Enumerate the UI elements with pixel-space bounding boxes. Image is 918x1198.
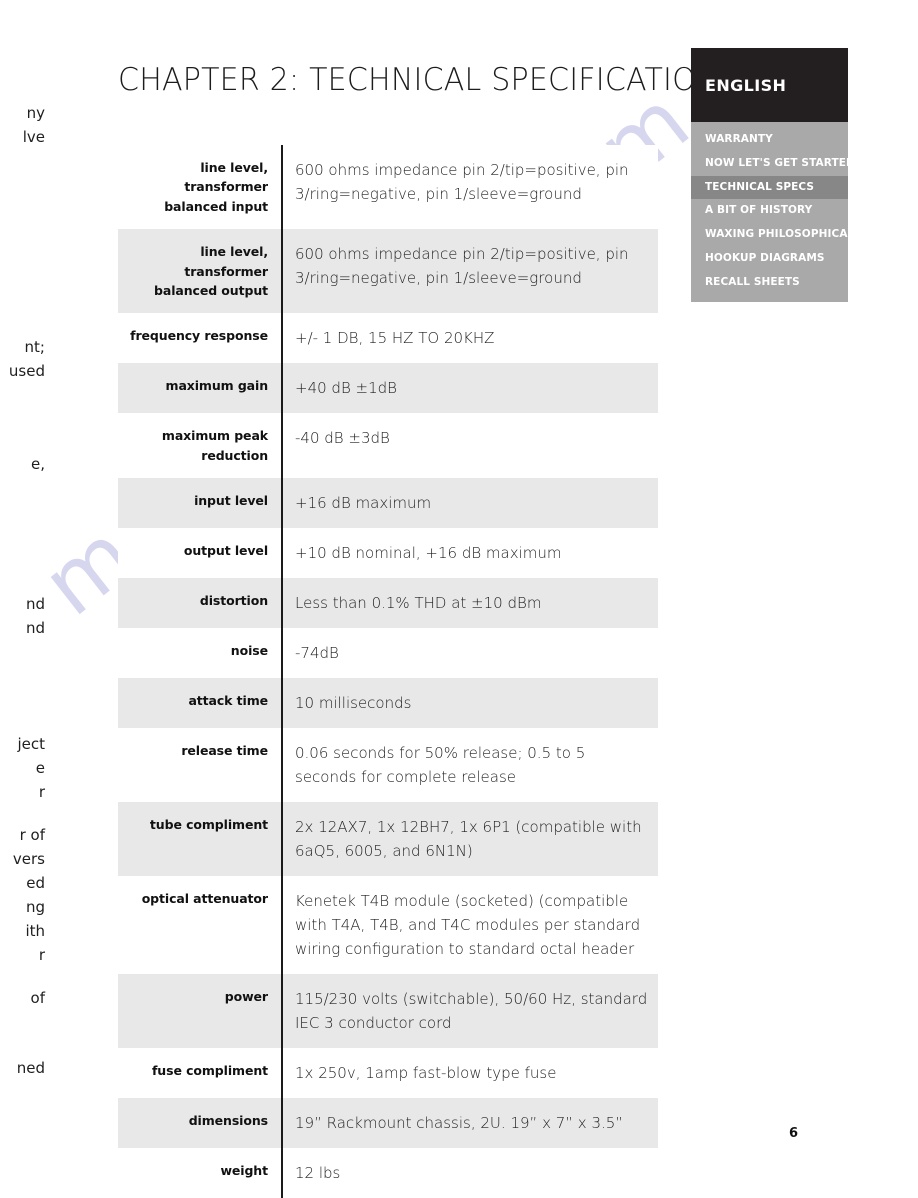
bleed-text-fragment: ed [26, 874, 45, 892]
spec-value: 2x 12AX7, 1x 12BH7, 1x 6P1 (compatible w… [295, 818, 642, 860]
table-row: fuse compliment 1x 250v, 1amp fast-blow t… [118, 1048, 658, 1098]
table-row: dimensions 19” Rackmount chassis, 2U. 19”… [118, 1098, 658, 1148]
table-row: input level +16 dB maximum [118, 478, 658, 528]
sidebar-item-waxing-philosophical[interactable]: WAXING PHILOSOPHICAL [691, 223, 854, 247]
table-row: output level +10 dB nominal, +16 dB maxim… [118, 528, 658, 578]
page-title: CHAPTER 2: TECHNICAL SPECIFICATIONS [118, 62, 738, 98]
spec-value: +16 dB maximum [295, 494, 432, 512]
sidebar-item-warranty[interactable]: WARRANTY [691, 128, 848, 152]
technical-specifications-table: line level, transformer balanced input 600… [118, 145, 658, 1198]
bleed-text-fragment: r [38, 946, 45, 964]
table-row: attack time 10 milliseconds [118, 678, 658, 728]
spec-label: noise [230, 643, 268, 658]
spec-value: -40 dB ±3dB [295, 429, 390, 448]
spec-label: tube compliment [149, 817, 268, 832]
spec-label: maximum peak reduction [161, 428, 268, 463]
spec-value: Less than 0.1% THD at ±10 dBm [295, 594, 542, 612]
spec-label: attack time [188, 693, 268, 708]
bleed-text-fragment: used [8, 362, 45, 380]
bleed-text-fragment: ng [25, 898, 45, 916]
bleed-text-fragment: of [30, 989, 45, 1007]
bleed-text-fragment: r of [19, 826, 45, 844]
table-row: tube compliment 2x 12AX7, 1x 12BH7, 1x 6P… [118, 802, 658, 876]
language-section-nav: ENGLISH WARRANTY NOW LET'S GET STARTED TEC… [691, 48, 855, 303]
table-row: noise -74dB [118, 628, 658, 678]
table-row: optical attenuator Kenetek T4B module (so… [118, 876, 658, 974]
spec-value: 0.06 seconds for 50% release; 0.5 to 5 s… [295, 744, 586, 786]
spec-label: frequency response [130, 328, 268, 344]
spec-label: distortion [199, 593, 268, 608]
bleed-text-fragment: lve [22, 128, 45, 146]
spec-label: line level, transformer balanced input [164, 160, 268, 214]
table-row: power 115/230 volts (switchable), 50/60 H… [118, 974, 658, 1048]
spec-label: dimensions [188, 1113, 268, 1128]
table-row: maximum gain +40 dB ±1dB [118, 363, 658, 414]
table-row: maximum peak reduction -40 dB ±3dB [118, 413, 658, 478]
spec-value: 115/230 volts (switchable), 50/60 Hz, st… [295, 990, 648, 1032]
spec-value: 1x 250v, 1amp fast-blow type fuse [295, 1064, 557, 1082]
bleed-text-fragment: e, [31, 455, 45, 473]
sidebar-language-label: ENGLISH [705, 75, 787, 95]
spec-value: Kenetek T4B module (socketed) (compatibl… [295, 892, 641, 958]
table-row: line level, transformer balanced input 600… [118, 145, 658, 230]
sidebar-nav-list: WARRANTY NOW LET'S GET STARTED TECHNICAL S… [691, 122, 855, 303]
spec-label: line level, transformer balanced output [154, 244, 268, 298]
spec-label: weight [220, 1163, 268, 1178]
bleed-text-fragment: nd [25, 619, 45, 637]
spec-label: maximum gain [165, 378, 269, 394]
left-page-bleed-text: ny lve nt; used e, nd nd ject e r r of vers ed ng ith r… [0, 0, 62, 1188]
spec-value: 600 ohms impedance pin 2/tip=positive, p… [295, 245, 629, 288]
spec-label: fuse compliment [151, 1063, 268, 1078]
spec-value: 12 lbs [295, 1164, 341, 1182]
sidebar-item-a-bit-of-history[interactable]: A BIT OF HISTORY [691, 199, 848, 223]
sidebar-item-hookup-diagrams[interactable]: HOOKUP DIAGRAMS [691, 247, 848, 271]
table-row: line level, transformer balanced output 60… [118, 229, 658, 314]
bleed-text-fragment: e [35, 759, 45, 777]
spec-label: input level [194, 493, 268, 508]
spec-value: 600 ohms impedance pin 2/tip=positive, p… [295, 161, 629, 203]
bleed-text-fragment: ith [25, 922, 45, 940]
sidebar-item-now-let-s-get-started[interactable]: NOW LET'S GET STARTED [691, 152, 855, 176]
sidebar-item-technical-specs[interactable]: TECHNICAL SPECS [691, 175, 848, 200]
table-row: frequency response +/- 1 DB, 15 HZ TO 20K… [118, 313, 658, 364]
spec-value: +/- 1 DB, 15 HZ TO 20KHZ [295, 329, 495, 348]
spec-value: +10 dB nominal, +16 dB maximum [295, 544, 562, 562]
spec-value: +40 dB ±1dB [295, 379, 397, 398]
spec-label: release time [181, 743, 268, 758]
spec-label: output level [183, 543, 268, 558]
spec-label: optical attenuator [141, 891, 268, 906]
bleed-text-fragment: ject [17, 735, 45, 753]
table-row: release time 0.06 seconds for 50% release… [118, 728, 658, 802]
page-number: 6 [789, 1126, 799, 1141]
table-row: distortion Less than 0.1% THD at ±10 dBm [118, 578, 658, 628]
bleed-text-fragment: r [38, 783, 45, 801]
sidebar-header: ENGLISH [691, 48, 848, 122]
bleed-text-fragment: nd [25, 595, 45, 613]
sidebar-item-recall-sheets[interactable]: RECALL SHEETS [691, 271, 848, 295]
spec-value: 10 milliseconds [295, 694, 412, 712]
spec-value: 19” Rackmount chassis, 2U. 19” x 7” x 3.… [295, 1114, 624, 1132]
bleed-text-fragment: nt; [24, 338, 45, 356]
spec-label: power [224, 989, 268, 1004]
spec-value: -74dB [295, 644, 339, 662]
table-row: weight 12 lbs [118, 1148, 658, 1198]
bleed-text-fragment: vers [12, 850, 45, 868]
bleed-text-fragment: ny [26, 104, 45, 122]
bleed-text-fragment: ned [16, 1059, 45, 1077]
